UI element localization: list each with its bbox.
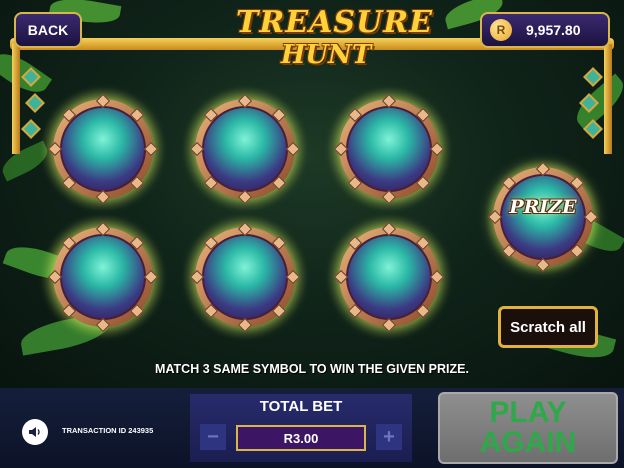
ring-stud bbox=[95, 317, 111, 333]
scratch-spot-6[interactable] bbox=[326, 214, 452, 340]
coin-icon: R bbox=[490, 19, 512, 41]
ring-stud bbox=[143, 269, 159, 285]
ring-stud bbox=[237, 189, 253, 205]
treasure-hunt-logo: TREASURE HUNT bbox=[236, 5, 434, 86]
play-again-line-1: PLAY bbox=[489, 396, 567, 429]
play-again-line-2: AGAIN bbox=[479, 426, 577, 459]
scratch-all-button[interactable]: Scratch all bbox=[498, 306, 598, 348]
prize-spot[interactable]: PRIZE bbox=[484, 158, 602, 276]
ring-stud bbox=[285, 269, 301, 285]
balance-display: R 9,957.80 bbox=[480, 12, 610, 48]
orb-ring bbox=[47, 93, 159, 205]
ring-stud bbox=[143, 141, 159, 157]
speaker-icon[interactable] bbox=[22, 419, 48, 445]
bet-increase-button[interactable]: + bbox=[376, 424, 402, 450]
balance-value: 9,957.80 bbox=[526, 22, 581, 38]
scratch-spot-2[interactable] bbox=[182, 86, 308, 212]
ring-stud bbox=[429, 141, 445, 157]
scratch-spot-3[interactable] bbox=[326, 86, 452, 212]
ring-stud bbox=[237, 317, 253, 333]
ring-stud bbox=[429, 269, 445, 285]
scratch-spot-4[interactable] bbox=[40, 214, 166, 340]
gold-frame-left bbox=[12, 44, 20, 154]
game-stage: BACK R 9,957.80 TREASURE HUNT PRIZE Scra… bbox=[0, 0, 624, 388]
orb-ring bbox=[47, 221, 159, 333]
scratch-spot-1[interactable] bbox=[40, 86, 166, 212]
total-bet-panel: TOTAL BET − R3.00 + bbox=[190, 394, 412, 462]
back-button[interactable]: BACK bbox=[14, 12, 82, 48]
logo-line-1: TREASURE bbox=[236, 5, 434, 40]
orb-ring bbox=[333, 93, 445, 205]
ring-stud bbox=[535, 257, 551, 273]
transaction-id: TRANSACTION ID 243935 bbox=[62, 426, 154, 435]
ring-stud bbox=[381, 189, 397, 205]
logo-line-2: HUNT bbox=[280, 40, 372, 70]
total-bet-label: TOTAL BET bbox=[259, 398, 343, 415]
bet-decrease-button[interactable]: − bbox=[200, 424, 226, 450]
bet-value: R3.00 bbox=[236, 425, 366, 451]
play-again-button[interactable]: PLAY AGAIN bbox=[438, 392, 618, 464]
gem-icon bbox=[25, 93, 45, 113]
orb-ring bbox=[189, 221, 301, 333]
prize-label: PRIZE bbox=[509, 196, 577, 218]
gem-icon bbox=[583, 67, 603, 87]
bottom-bar: TRANSACTION ID 243935 TOTAL BET − R3.00 … bbox=[0, 388, 624, 468]
orb-ring bbox=[333, 221, 445, 333]
gold-frame-right bbox=[604, 44, 612, 154]
ring-stud bbox=[381, 317, 397, 333]
scratch-spot-5[interactable] bbox=[182, 214, 308, 340]
instruction-text: MATCH 3 SAME SYMBOL TO WIN THE GIVEN PRI… bbox=[155, 362, 469, 376]
ring-stud bbox=[285, 141, 301, 157]
gem-icon bbox=[21, 119, 41, 139]
speaker-glyph bbox=[29, 427, 40, 437]
ring-stud bbox=[95, 189, 111, 205]
orb-ring bbox=[189, 93, 301, 205]
